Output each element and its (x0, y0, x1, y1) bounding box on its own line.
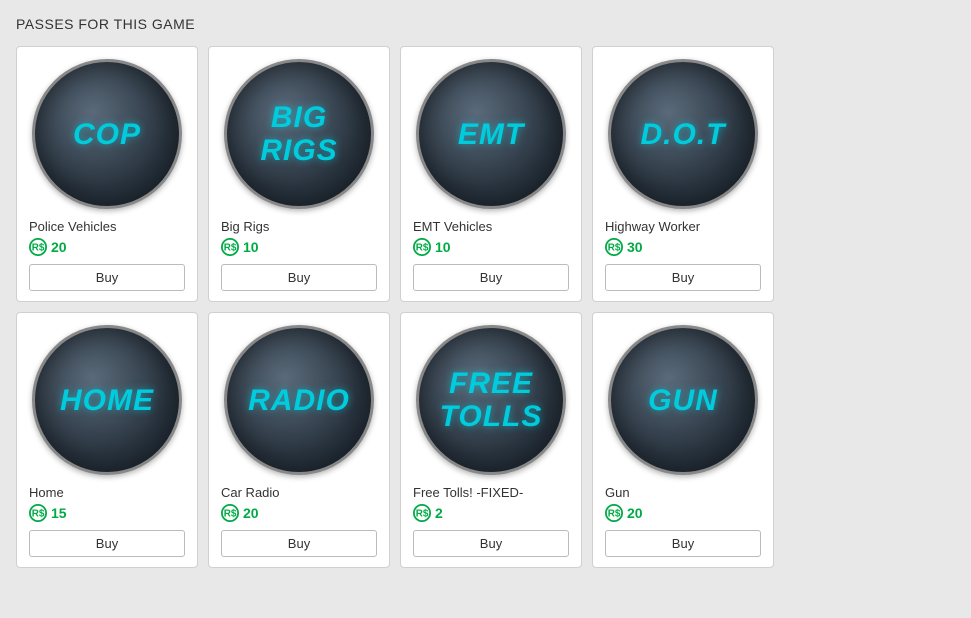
pass-icon-text-home: HOME (52, 384, 162, 417)
pass-card-emt: EMT EMT Vehicles R$ 10 Buy (400, 46, 582, 302)
pass-card-home: HOME Home R$ 15 Buy (16, 312, 198, 568)
pass-icon-text-big-rigs: BIGRIGS (252, 101, 345, 167)
pass-icon-text-cop: COP (65, 118, 149, 151)
pass-price-gun: R$ 20 (605, 504, 761, 522)
pass-price-big-rigs: R$ 10 (221, 238, 377, 256)
buy-button-emt[interactable]: Buy (413, 264, 569, 291)
robux-icon: R$ (221, 238, 239, 256)
pass-price-cop: R$ 20 (29, 238, 185, 256)
pass-card-big-rigs: BIGRIGS Big Rigs R$ 10 Buy (208, 46, 390, 302)
pass-icon-home: HOME (32, 325, 182, 475)
pass-price-value-cop: 20 (51, 239, 67, 255)
pass-name-cop: Police Vehicles (29, 219, 185, 234)
pass-price-value-radio: 20 (243, 505, 259, 521)
pass-icon-text-dot: D.O.T (633, 118, 734, 151)
pass-name-dot: Highway Worker (605, 219, 761, 234)
pass-price-radio: R$ 20 (221, 504, 377, 522)
passes-grid: COP Police Vehicles R$ 20 Buy BIGRIGS Big Ri… (16, 46, 955, 568)
pass-icon-text-emt: EMT (450, 118, 532, 151)
svg-text:R$: R$ (416, 509, 429, 520)
svg-text:R$: R$ (224, 243, 237, 254)
pass-name-home: Home (29, 485, 185, 500)
pass-name-free-tolls: Free Tolls! -FIXED- (413, 485, 569, 500)
pass-price-emt: R$ 10 (413, 238, 569, 256)
page-title: PASSES FOR THIS GAME (16, 16, 955, 32)
pass-price-value-big-rigs: 10 (243, 239, 259, 255)
pass-icon-text-free-tolls: FREETOLLS (432, 367, 551, 433)
pass-price-value-home: 15 (51, 505, 67, 521)
pass-icon-text-radio: RADIO (240, 384, 358, 417)
svg-text:R$: R$ (608, 243, 621, 254)
pass-price-value-emt: 10 (435, 239, 451, 255)
buy-button-free-tolls[interactable]: Buy (413, 530, 569, 557)
svg-text:R$: R$ (224, 509, 237, 520)
pass-icon-radio: RADIO (224, 325, 374, 475)
robux-icon: R$ (413, 238, 431, 256)
pass-icon-gun: GUN (608, 325, 758, 475)
robux-icon: R$ (221, 504, 239, 522)
pass-icon-emt: EMT (416, 59, 566, 209)
pass-icon-cop: COP (32, 59, 182, 209)
svg-text:R$: R$ (416, 243, 429, 254)
pass-price-home: R$ 15 (29, 504, 185, 522)
pass-icon-big-rigs: BIGRIGS (224, 59, 374, 209)
buy-button-dot[interactable]: Buy (605, 264, 761, 291)
buy-button-big-rigs[interactable]: Buy (221, 264, 377, 291)
pass-card-cop: COP Police Vehicles R$ 20 Buy (16, 46, 198, 302)
svg-text:R$: R$ (608, 509, 621, 520)
pass-price-value-free-tolls: 2 (435, 505, 443, 521)
buy-button-cop[interactable]: Buy (29, 264, 185, 291)
pass-price-value-dot: 30 (627, 239, 643, 255)
pass-icon-text-gun: GUN (640, 384, 726, 417)
pass-price-dot: R$ 30 (605, 238, 761, 256)
pass-card-gun: GUN Gun R$ 20 Buy (592, 312, 774, 568)
buy-button-radio[interactable]: Buy (221, 530, 377, 557)
pass-name-gun: Gun (605, 485, 761, 500)
pass-name-radio: Car Radio (221, 485, 377, 500)
pass-name-big-rigs: Big Rigs (221, 219, 377, 234)
pass-card-dot: D.O.T Highway Worker R$ 30 Buy (592, 46, 774, 302)
pass-icon-dot: D.O.T (608, 59, 758, 209)
pass-card-radio: RADIO Car Radio R$ 20 Buy (208, 312, 390, 568)
pass-card-free-tolls: FREETOLLS Free Tolls! -FIXED- R$ 2 Buy (400, 312, 582, 568)
robux-icon: R$ (29, 238, 47, 256)
svg-text:R$: R$ (32, 509, 45, 520)
robux-icon: R$ (605, 238, 623, 256)
buy-button-home[interactable]: Buy (29, 530, 185, 557)
pass-price-free-tolls: R$ 2 (413, 504, 569, 522)
pass-price-value-gun: 20 (627, 505, 643, 521)
robux-icon: R$ (605, 504, 623, 522)
pass-name-emt: EMT Vehicles (413, 219, 569, 234)
robux-icon: R$ (29, 504, 47, 522)
buy-button-gun[interactable]: Buy (605, 530, 761, 557)
pass-icon-free-tolls: FREETOLLS (416, 325, 566, 475)
svg-text:R$: R$ (32, 243, 45, 254)
robux-icon: R$ (413, 504, 431, 522)
